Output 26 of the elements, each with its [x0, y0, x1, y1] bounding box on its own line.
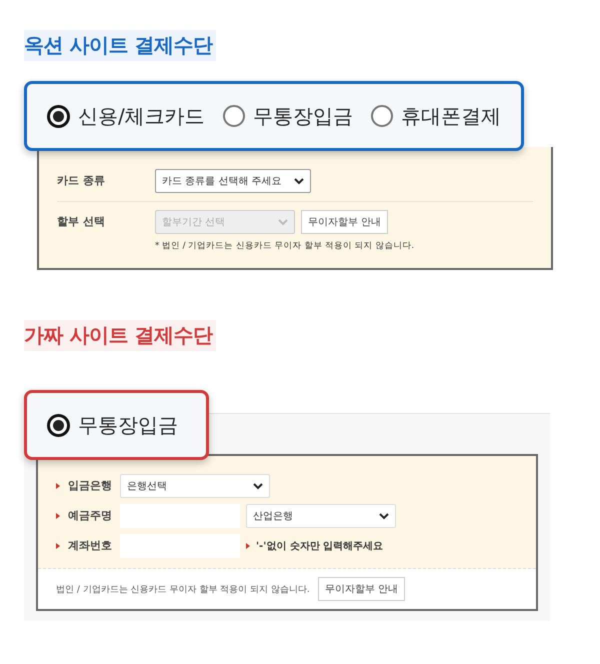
notice-text: * 법인 / 기업카드는 신용카드 무이자 할부 적용이 되지 않습니다.: [155, 240, 414, 252]
input-field[interactable]: [120, 534, 240, 558]
info-button[interactable]: 무이자할부 안내: [301, 210, 388, 234]
field-label: 계좌번호: [68, 538, 112, 554]
payment-method-radio[interactable]: 휴대폰결제: [370, 102, 501, 130]
bullet-marker-icon: [246, 543, 250, 549]
dropdown-select[interactable]: 카드 종류를 선택해 주세요: [155, 169, 311, 193]
field-label: 카드 종류: [57, 173, 106, 189]
input-field[interactable]: [120, 504, 240, 528]
field-label: 예금주명: [68, 508, 112, 524]
payment-method-radio[interactable]: 무통장입금: [222, 102, 353, 130]
notice-text: 법인 / 기업카드는 신용카드 무이자 할부 적용이 되지 않습니다.: [56, 584, 310, 596]
payment-method-radio[interactable]: 신용/체크카드: [47, 102, 205, 130]
chevron-down-icon: [294, 178, 304, 184]
payment-method-radio[interactable]: 무통장입금: [47, 412, 178, 438]
section-title: 옥션 사이트 결제수단: [24, 30, 216, 61]
dropdown-select[interactable]: 은행선택: [120, 474, 270, 498]
chevron-down-icon: [379, 512, 389, 520]
section-title: 가짜 사이트 결제수단: [24, 320, 216, 351]
chevron-down-icon: [253, 482, 263, 490]
chevron-down-icon: [278, 218, 288, 226]
field-label: 입금은행: [68, 478, 112, 494]
hint-text: '-'없이 숫자만 입력해주세요: [256, 540, 384, 553]
info-button[interactable]: 무이자할부 안내: [318, 577, 405, 601]
dropdown-select[interactable]: 산업은행: [246, 504, 396, 528]
field-label: 할부 선택: [57, 214, 106, 230]
